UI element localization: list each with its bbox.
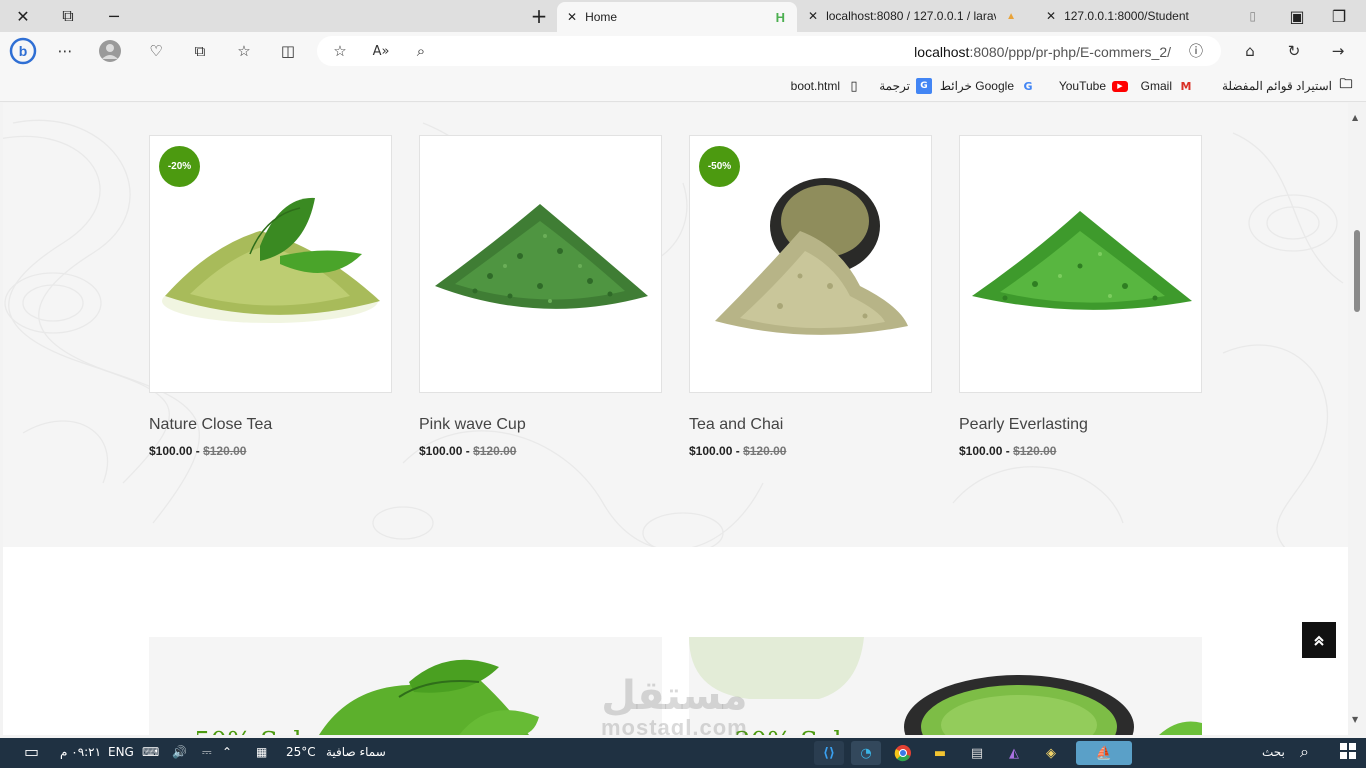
browser-essentials-icon[interactable]: ♡ (143, 38, 169, 64)
product-card[interactable] (959, 135, 1202, 393)
file-explorer-icon[interactable]: ▬ (925, 741, 955, 765)
read-aloud-icon[interactable]: A» (368, 38, 394, 64)
split-screen-icon[interactable]: ◫ (275, 38, 301, 64)
site-favicon-icon: H (775, 9, 785, 25)
restore-icon[interactable]: ⧉ (53, 4, 83, 28)
more-menu-icon[interactable]: ⋯ (52, 38, 78, 64)
profile-avatar-icon[interactable] (97, 38, 123, 64)
svg-text:b: b (19, 43, 28, 59)
favorites-bar: استيراد قوائم المفضلة 🗀 Gmail M YouTube … (0, 70, 1366, 102)
keyboard-icon[interactable]: ⌨ (142, 745, 159, 759)
forward-icon[interactable]: → (1325, 38, 1351, 64)
weather-icon[interactable]: ▦ (256, 745, 267, 759)
home-icon[interactable]: ⌂ (1237, 38, 1263, 64)
search-icon[interactable]: ⌕ (1300, 742, 1309, 762)
windows-icon (1340, 743, 1356, 759)
favorites-icon[interactable]: ☆ (231, 38, 257, 64)
product-image (162, 197, 380, 323)
collections-icon[interactable]: ⧉ (187, 38, 213, 64)
bookmark-gmail[interactable]: Gmail M (1141, 78, 1194, 94)
product-card[interactable]: -50% (689, 135, 932, 393)
promo-banner[interactable]: 30% Sal (689, 637, 1202, 735)
minimize-icon[interactable]: ─ (99, 4, 129, 28)
phpmyadmin-icon: ▲ (1006, 10, 1016, 22)
clock[interactable]: ٠٩:٢١ م (60, 745, 101, 759)
bookmark-boot-html[interactable]: boot.html ▯ (791, 78, 862, 94)
banner-image (319, 659, 539, 735)
banner-image (689, 637, 1202, 735)
temperature[interactable]: 25°C (286, 745, 316, 759)
new-tab-icon[interactable]: + (524, 4, 554, 28)
tab-home[interactable]: ✕ Home H (557, 2, 797, 32)
tab-actions-icon[interactable]: ▣ (1282, 4, 1312, 28)
start-button[interactable] (1340, 743, 1356, 762)
scroll-down-icon[interactable]: ▼ (1352, 715, 1358, 724)
notifications-icon[interactable]: ▭ (24, 742, 39, 761)
close-tab-icon[interactable]: ✕ (567, 10, 577, 24)
page-scrollbar[interactable]: ▲ ▼ (1348, 103, 1366, 735)
weather-text[interactable]: سماء صافية (326, 745, 386, 759)
site-info-icon[interactable]: ⓘ (1183, 38, 1209, 64)
double-chevron-up-icon (1314, 635, 1324, 646)
scroll-up-icon[interactable]: ▲ (1352, 113, 1358, 122)
banner-title: 50% Sal (194, 727, 302, 735)
bookmark-youtube[interactable]: YouTube ▶ (1059, 78, 1128, 94)
url-text[interactable]: localhost:8080/ppp/pr-php/E-commers_2/ (914, 44, 1171, 60)
product-image (715, 178, 908, 335)
windows-taskbar: ▭ ٠٩:٢١ م ENG ⌨ 🔊 ⎓ ⌃ ▦ 25°C سماء صافية … (0, 738, 1366, 768)
code-editor-icon[interactable]: ◈ (1036, 741, 1066, 765)
language-indicator[interactable]: ENG (108, 745, 134, 759)
close-window-icon[interactable]: ✕ (8, 4, 38, 28)
product-name[interactable]: Pearly Everlasting (959, 416, 1088, 434)
gmail-icon: M (1180, 79, 1192, 93)
product-image (972, 211, 1192, 310)
terminal-icon[interactable]: ▤ (962, 741, 992, 765)
close-tab-icon[interactable]: ✕ (808, 9, 818, 23)
zoom-icon[interactable]: ⌕ (408, 38, 434, 64)
product-name[interactable]: Pink wave Cup (419, 416, 526, 434)
volume-icon[interactable]: 🔊 (172, 745, 187, 759)
close-tab-icon[interactable]: ✕ (1046, 9, 1056, 23)
address-bar[interactable]: ☆ A» ⌕ localhost:8080/ppp/pr-php/E-comme… (317, 36, 1221, 66)
import-favorites-icon: 🗀 (1339, 77, 1353, 92)
network-icon[interactable]: ⎓ (202, 745, 212, 760)
scroll-to-top-button[interactable] (1302, 622, 1336, 658)
product-price: $100.00 - $120.00 (959, 444, 1057, 458)
visual-studio-icon[interactable]: ◭ (999, 741, 1029, 765)
banner-title: 30% Sal (734, 727, 842, 735)
scrollbar-thumb[interactable] (1354, 230, 1360, 312)
product-card[interactable] (419, 135, 662, 393)
search-label[interactable]: بحث (1262, 745, 1285, 759)
product-card[interactable]: -20% (149, 135, 392, 393)
bing-icon[interactable]: b (8, 36, 38, 66)
tab-student[interactable]: ✕ 127.0.0.1:8000/Student ▯ (1036, 0, 1266, 32)
bookmark-translate[interactable]: ترجمة G (879, 78, 932, 94)
promo-banner[interactable]: 50% Sal (149, 637, 662, 735)
widgets-thumbnail[interactable]: ⛵ (1076, 741, 1132, 765)
vscode-icon[interactable]: ⟨⟩ (814, 741, 844, 765)
product-price: $100.00 - $120.00 (149, 444, 247, 458)
add-favorite-icon[interactable]: ☆ (327, 38, 353, 64)
product-price: $100.00 - $120.00 (419, 444, 517, 458)
page-viewport: -20% Nature Close Tea $100.00 - $120.00 (3, 103, 1348, 735)
product-name[interactable]: Tea and Chai (689, 416, 783, 434)
google-maps-icon: G (1023, 79, 1033, 93)
translate-icon: G (916, 78, 932, 94)
tab-phpmyadmin[interactable]: ✕ localhost:8080 / 127.0.0.1 / larave ▲ (798, 0, 1028, 32)
chrome-icon[interactable] (888, 741, 918, 765)
youtube-icon: ▶ (1112, 78, 1128, 94)
workspaces-icon[interactable]: ❐ (1324, 4, 1354, 28)
product-price: $100.00 - $120.00 (689, 444, 787, 458)
bookmark-import[interactable]: استيراد قوائم المفضلة 🗀 (1222, 77, 1354, 94)
tab-strip: ✕ ⧉ ─ + ✕ Home H ✕ localhost:8080 / 127.… (0, 0, 1366, 32)
refresh-icon[interactable]: ↻ (1281, 38, 1307, 64)
page-icon: ▯ (1249, 9, 1256, 23)
product-image (435, 204, 648, 309)
product-name[interactable]: Nature Close Tea (149, 416, 272, 434)
show-hidden-icons[interactable]: ⌃ (222, 745, 232, 759)
file-icon: ▯ (850, 78, 858, 94)
watermark: مستقل mostaql.com (601, 673, 748, 735)
edge-icon[interactable]: ◔ (851, 741, 881, 765)
bookmark-google-maps[interactable]: خرائط Google G (940, 78, 1036, 94)
